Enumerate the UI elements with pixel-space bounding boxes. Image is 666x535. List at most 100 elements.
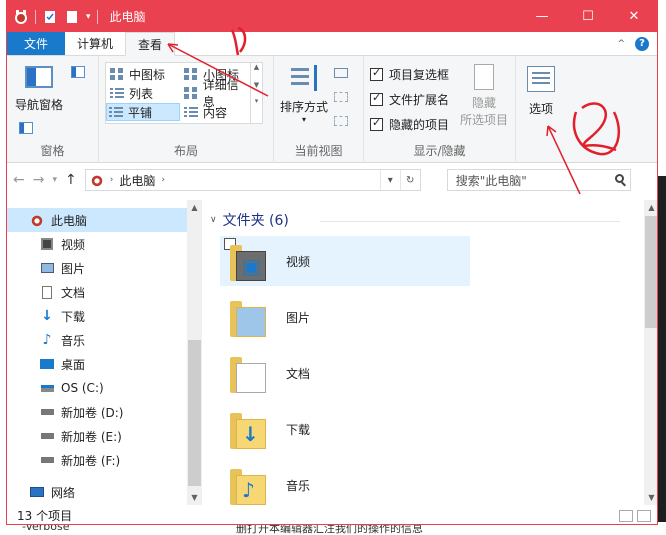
large-icons-view-icon[interactable] [637,509,651,522]
help-icon[interactable]: ? [635,36,649,51]
group-show-hide: 项目复选框 文件扩展名 隐藏的项目 隐藏 所选项目 显示/隐藏 [364,56,516,163]
this-pc-icon[interactable] [13,9,29,25]
nav-item-drive-d[interactable]: 新加卷 (D:) [7,400,187,424]
folder-tile-downloads[interactable]: ↓ 下载 [220,404,470,454]
new-folder-icon[interactable] [64,9,80,25]
properties-icon[interactable] [42,9,58,25]
folder-tile-documents[interactable]: 文档 [220,348,470,398]
nav-scrollbar[interactable]: ▲ ▼ [187,200,202,505]
nav-item-documents[interactable]: 文档 [7,280,187,304]
title-separator [35,9,36,24]
nav-item-drive-f[interactable]: 新加卷 (F:) [7,448,187,472]
item-checkboxes-checkbox[interactable] [370,66,383,81]
breadcrumb-chevron-icon[interactable]: › [161,175,165,185]
options-label: 选项 [528,102,553,116]
layout-content[interactable]: 内容 [182,103,250,121]
up-arrow-icon[interactable]: ↑ [65,172,77,188]
nav-item-label: 网络 [51,485,76,500]
nav-scroll-thumb[interactable] [188,340,201,486]
picture-folder-icon [230,297,268,337]
search-box[interactable]: 搜索"此电脑" [446,169,631,191]
scroll-up-icon[interactable]: ▲ [187,200,202,214]
layout-medium-icons[interactable]: 中图标 [108,65,180,83]
main-scrollbar[interactable]: ▲ ▼ [644,200,657,505]
section-folders[interactable]: ∨ 文件夹 (6) [210,210,289,230]
content-area: 此电脑 视频 图片 文档 ↓ 下载 ♪ 音乐 桌面 OS (C:) 新加卷 (D… [7,200,657,505]
nav-item-this-pc[interactable]: 此电脑 [7,208,187,232]
nav-item-network[interactable]: 网络 [7,480,187,504]
details-pane-icon[interactable] [19,122,33,134]
hidden-items-checkbox[interactable] [370,116,383,131]
nav-item-desktop[interactable]: 桌面 [7,352,187,376]
hide-selected-label: 隐藏 [472,96,497,110]
breadcrumb[interactable]: 此电脑 [119,172,155,189]
hide-selected-icon [474,64,494,90]
layout-details[interactable]: 详细信息 [182,78,250,109]
close-button[interactable]: ✕ [611,1,657,32]
nav-item-downloads[interactable]: ↓ 下载 [7,304,187,328]
hidden-items-toggle[interactable]: 隐藏的项目 [370,116,449,133]
group-by-icon[interactable] [334,68,348,78]
main-scroll-thumb[interactable] [645,216,657,328]
add-columns-icon[interactable] [334,92,348,102]
layout-list[interactable]: 列表 [108,84,180,102]
scroll-down-icon[interactable]: ▼ [187,490,202,504]
forward-arrow-icon[interactable]: → [33,172,45,188]
file-extensions-toggle[interactable]: 文件扩展名 [370,91,449,108]
minimize-button[interactable]: — [519,1,565,32]
sort-dropdown-icon: ▾ [302,115,307,124]
collapse-chevron-icon[interactable]: ∨ [210,215,217,225]
windows-drive-icon [39,381,55,395]
nav-pane-button[interactable]: 导航窗格 [15,66,63,113]
folder-tile-pictures[interactable]: 图片 [220,292,470,342]
layout-expand-icon[interactable]: ▾ [251,97,262,105]
this-pc-icon [29,213,45,227]
recent-dropdown-icon[interactable]: ▾ [52,175,57,185]
maximize-button[interactable]: ☐ [565,1,611,32]
scroll-up-icon[interactable]: ▲ [644,200,657,214]
preview-pane-icon[interactable] [71,66,85,78]
nav-item-drive-c[interactable]: OS (C:) [7,376,187,400]
explorer-window: ▾ 此电脑 — ☐ ✕ 文件 计算机 查看 ^ ? 导航窗格 窗格 中图标 小图… [6,0,658,525]
file-extensions-checkbox[interactable] [370,91,383,106]
layout-scroll[interactable]: ▲ ▼ ▾ [250,63,262,123]
refresh-icon[interactable]: ↻ [399,170,420,190]
nav-pane-label: 导航窗格 [15,98,64,112]
layout-scroll-up-icon[interactable]: ▲ [251,63,262,71]
title-bar[interactable]: ▾ 此电脑 — ☐ ✕ [7,1,657,32]
layout-item-label: 中图标 [129,67,166,82]
breadcrumb-chevron-icon[interactable]: › [110,175,114,185]
nav-item-label: 新加卷 (F:) [61,453,121,468]
title-separator-2 [96,9,98,24]
tab-file[interactable]: 文件 [7,32,65,55]
folder-name: 下载 [286,422,311,437]
layout-scroll-down-icon[interactable]: ▼ [251,81,262,89]
options-button[interactable]: 选项 [527,66,555,117]
details-view-icon[interactable] [619,509,633,522]
desktop-icon [39,357,55,371]
size-columns-icon[interactable] [334,116,348,126]
nav-item-pictures[interactable]: 图片 [7,256,187,280]
hide-selected-button[interactable]: 隐藏 所选项目 [460,64,508,128]
qat-dropdown-icon[interactable]: ▾ [86,12,91,22]
search-icon[interactable] [614,174,624,183]
back-arrow-icon[interactable]: ← [13,172,25,188]
sort-by-button[interactable]: 排序方式 ▾ [280,64,328,124]
search-input[interactable]: 搜索"此电脑" [456,172,527,189]
folder-tile-music[interactable]: ♪ 音乐 [220,460,470,510]
nav-pane-icon [25,66,53,88]
address-dropdown-icon[interactable]: ▾ [379,170,400,190]
tab-view[interactable]: 查看 [125,32,176,56]
nav-item-videos[interactable]: 视频 [7,232,187,256]
address-bar[interactable]: › 此电脑 › ▾ ↻ [84,169,421,191]
nav-item-label: OS (C:) [61,381,104,395]
layout-tiles[interactable]: 平铺 [106,103,180,121]
scroll-down-icon[interactable]: ▼ [644,490,657,504]
nav-item-music[interactable]: ♪ 音乐 [7,328,187,352]
item-checkboxes-toggle[interactable]: 项目复选框 [370,66,449,83]
tab-computer[interactable]: 计算机 [65,32,125,55]
group-label-show-hide: 显示/隐藏 [413,144,466,158]
nav-item-drive-e[interactable]: 新加卷 (E:) [7,424,187,448]
folder-tile-videos[interactable]: ▣ 视频 [220,236,470,286]
ribbon-expand-icon[interactable]: ^ [617,39,625,49]
